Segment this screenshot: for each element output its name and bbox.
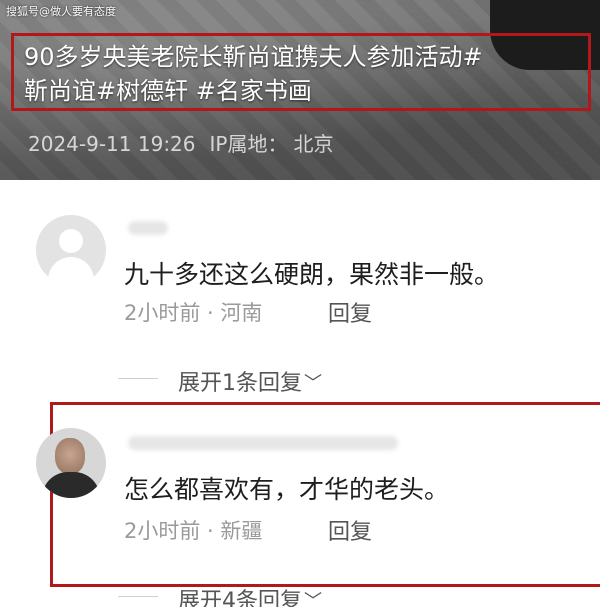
username-blurred[interactable] xyxy=(128,221,168,235)
avatar[interactable] xyxy=(36,428,106,498)
default-avatar-body-icon xyxy=(48,257,94,285)
avatar[interactable] xyxy=(36,215,106,285)
divider-line xyxy=(118,596,158,597)
expand-replies-button[interactable]: 展开1条回复 ﹀ xyxy=(118,365,322,397)
post-title-line-2: 靳尚谊#树德轩 #名家书画 xyxy=(24,77,312,105)
expand-replies-label: 展开4条回复 xyxy=(178,589,302,607)
comment-meta: 2小时前 · 河南 xyxy=(124,301,263,325)
divider-line xyxy=(118,378,158,379)
chevron-down-icon: ﹀ xyxy=(304,373,322,394)
ip-label: IP属地： xyxy=(209,132,288,156)
comment-meta: 2小时前 · 新疆 xyxy=(124,519,263,543)
post-meta: 2024-9-11 19:26 IP属地： 北京 xyxy=(28,128,347,157)
chevron-down-icon: ﹀ xyxy=(304,591,322,607)
comment-text: 九十多还这么硬朗，果然非一般。 xyxy=(124,260,500,289)
post-title-line-1: 90多岁央美老院长靳尚谊携夫人参加活动# xyxy=(24,43,483,71)
post-media[interactable]: 搜狐号@做人要有态度 90多岁央美老院长靳尚谊携夫人参加活动# 靳尚谊#树德轩 … xyxy=(0,0,600,180)
username-blurred[interactable] xyxy=(128,436,398,450)
post-date: 2024-9-11 19:26 xyxy=(28,132,196,156)
default-avatar-head-icon xyxy=(59,229,83,253)
post-title-highlight: 90多岁央美老院长靳尚谊携夫人参加活动# 靳尚谊#树德轩 #名家书画 xyxy=(11,33,591,111)
avatar-photo-body xyxy=(42,472,100,498)
expand-replies-button[interactable]: 展开4条回复 ﹀ xyxy=(118,583,322,607)
watermark: 搜狐号@做人要有态度 xyxy=(6,5,116,18)
reply-button[interactable]: 回复 xyxy=(328,296,372,328)
reply-button[interactable]: 回复 xyxy=(328,514,372,546)
expand-replies-label: 展开1条回复 xyxy=(178,371,302,396)
avatar-photo-face xyxy=(55,438,85,474)
comment-item: 九十多还这么硬朗，果然非一般。 2小时前 · 河南 回复 展开1条回复 ﹀ xyxy=(0,215,600,397)
comment-item: 怎么都喜欢有，才华的老头。 2小时前 · 新疆 回复 展开4条回复 ﹀ xyxy=(0,428,600,607)
ip-location: 北京 xyxy=(293,132,334,156)
comment-text: 怎么都喜欢有，才华的老头。 xyxy=(124,475,450,504)
